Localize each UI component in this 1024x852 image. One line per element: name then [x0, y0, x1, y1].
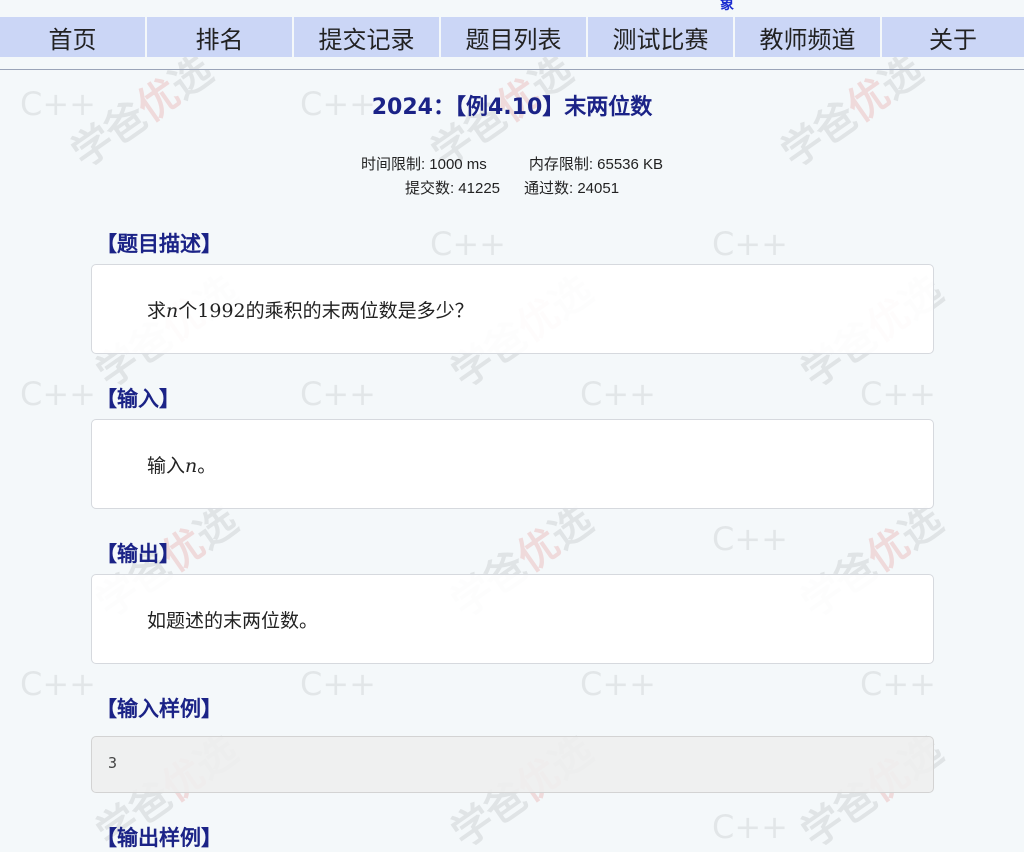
nav-item-about[interactable]: 关于 — [882, 17, 1024, 57]
input-heading: 【输入】 — [96, 387, 180, 411]
submission-count: 提交数: 41225 — [404, 180, 500, 197]
accepted-count: 通过数: 24051 — [524, 180, 620, 197]
nav-item-contests[interactable]: 测试比赛 — [588, 17, 733, 57]
time-limit: 时间限制: 1000 ms — [360, 156, 487, 173]
sample-input-box[interactable]: 3 — [91, 736, 934, 793]
description-heading: 【题目描述】 — [96, 232, 222, 256]
nav-item-submissions[interactable]: 提交记录 — [294, 17, 439, 57]
sample-output-heading: 【输出样例】 — [96, 826, 222, 850]
watermark-cpp: C++ — [20, 665, 96, 703]
page-title: 2024：【例4.10】末两位数 — [371, 95, 653, 120]
nav-item-home[interactable]: 首页 — [0, 17, 145, 57]
nav-item-problem-list[interactable]: 题目列表 — [441, 17, 586, 57]
output-text: 如题述的末两位数。 — [147, 610, 319, 632]
input-text: 输入n。 — [147, 455, 217, 477]
description-panel: 求n个1992的乘积的末两位数是多少？ — [91, 264, 934, 354]
watermark-cpp: C++ — [580, 665, 656, 703]
nav-divider — [0, 69, 1024, 70]
nav-item-teacher[interactable]: 教师频道 — [735, 17, 880, 57]
watermark-cpp: C++ — [580, 375, 656, 413]
problem-stats: 时间限制: 1000 ms 内存限制: 65536 KB 提交数: 41225 通过… — [0, 153, 1024, 201]
sample-input-value: 3 — [108, 754, 118, 772]
watermark-cpp: C++ — [712, 225, 788, 263]
top-navigation: 象 首页 排名 提交记录 题目列表 测试比赛 教师频道 关于 — [0, 0, 1024, 71]
watermark-cpp: C++ — [860, 375, 936, 413]
watermark-cpp: C++ — [300, 665, 376, 703]
watermark-cpp: C++ — [430, 225, 506, 263]
watermark-cpp: C++ — [712, 520, 788, 558]
nav-bar: 首页 排名 提交记录 题目列表 测试比赛 教师频道 关于 — [0, 17, 1024, 57]
input-panel: 输入n。 — [91, 419, 934, 509]
watermark-cpp: C++ — [20, 375, 96, 413]
top-strip: 象 — [0, 0, 1024, 17]
watermark-cpp: C++ — [860, 665, 936, 703]
memory-limit: 内存限制: 65536 KB — [528, 156, 664, 173]
watermark-cpp: C++ — [300, 375, 376, 413]
nav-item-ranking[interactable]: 排名 — [147, 17, 292, 57]
output-panel: 如题述的末两位数。 — [91, 574, 934, 664]
watermark-cpp: C++ — [712, 808, 788, 846]
sample-input-heading: 【输入样例】 — [96, 697, 222, 721]
top-strip-text: 象 — [720, 0, 734, 13]
output-heading: 【输出】 — [96, 542, 180, 566]
description-text: 求n个1992的乘积的末两位数是多少？ — [147, 300, 474, 322]
